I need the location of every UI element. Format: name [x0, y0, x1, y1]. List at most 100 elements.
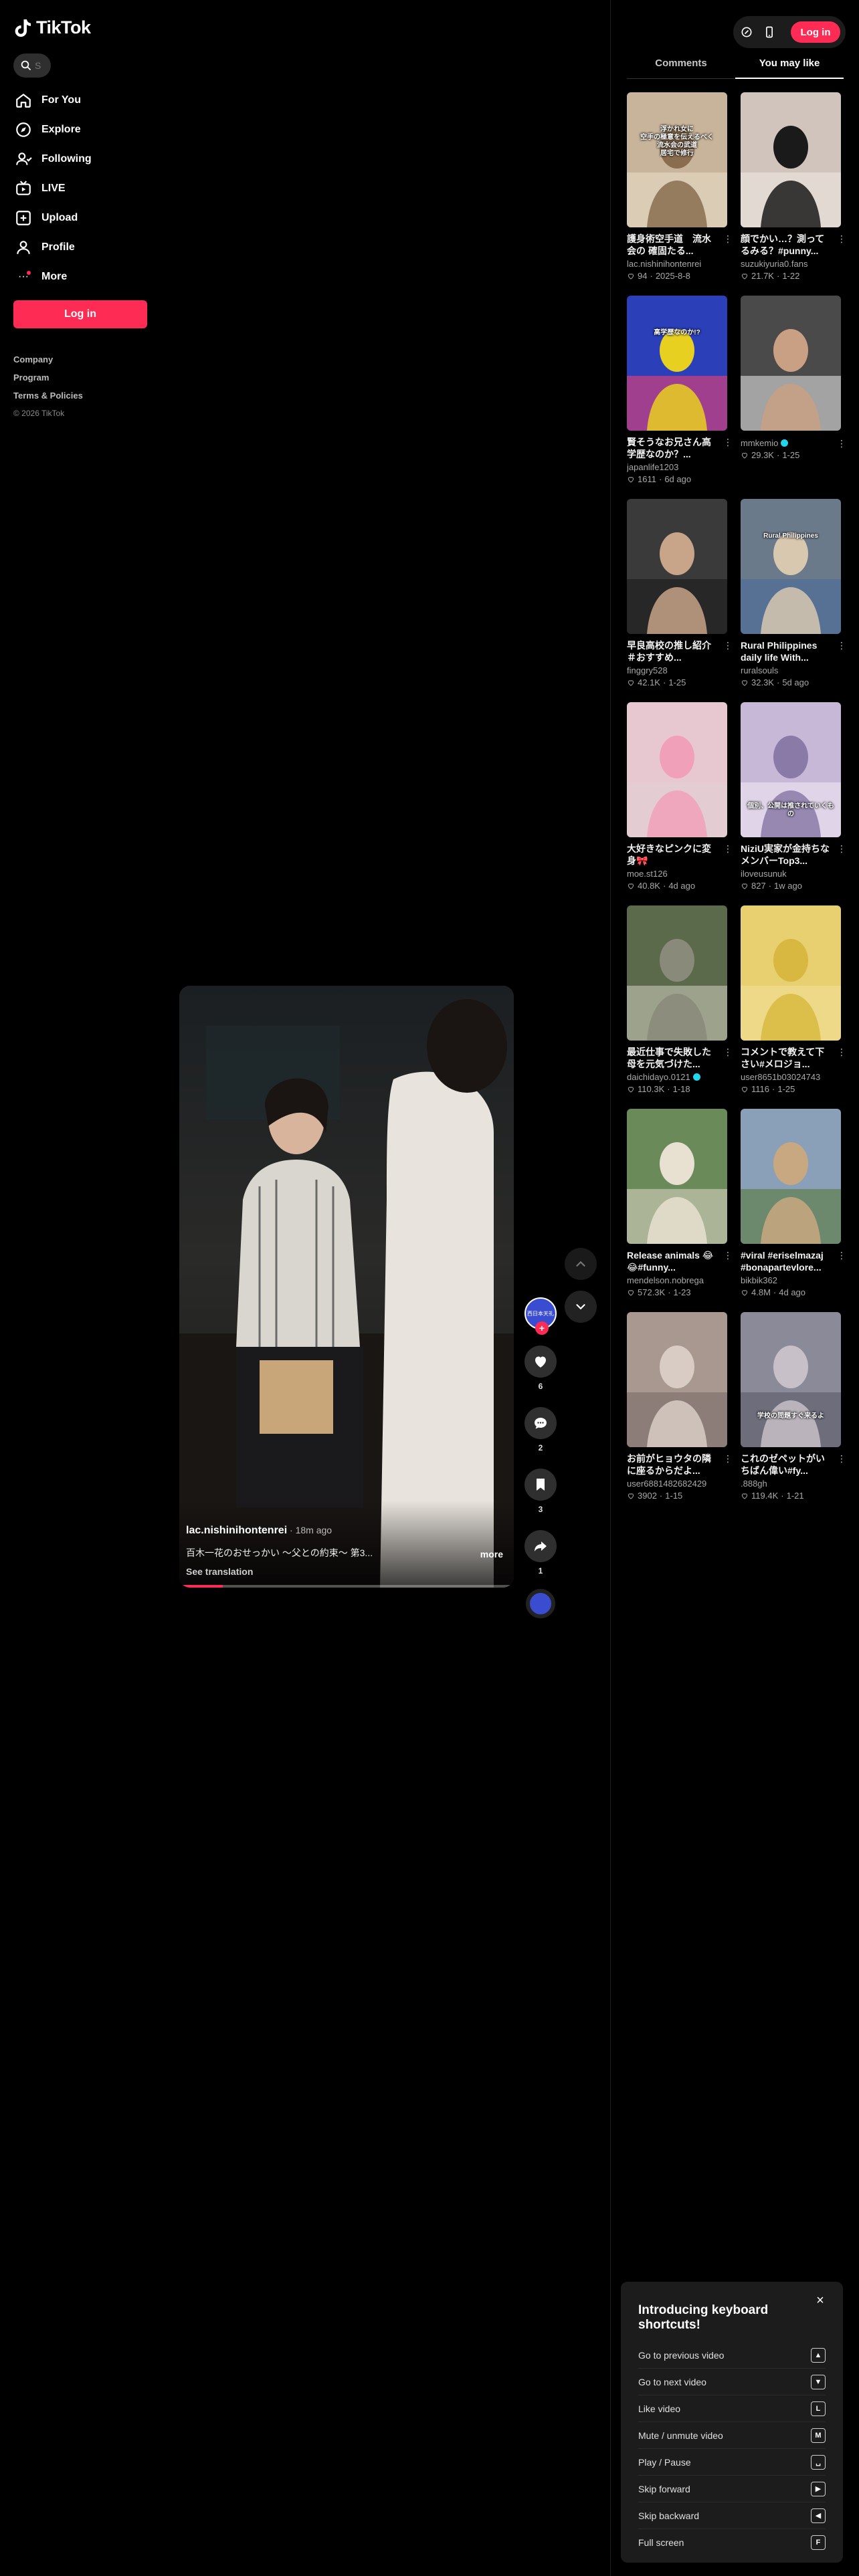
comment-button[interactable] — [524, 1407, 557, 1439]
more-options-icon[interactable]: ⋮ — [723, 1046, 733, 1058]
video-thumbnail[interactable] — [741, 296, 841, 431]
card-title[interactable]: お前がヒョウタの隣に座るからだよ... — [627, 1453, 727, 1477]
nav-live[interactable]: LIVE — [13, 174, 147, 203]
recommended-card[interactable]: ⋮ 顔でかい…？測ってるみる？#punny... suzukiyuria0.fans… — [741, 92, 846, 281]
more-options-icon[interactable]: ⋮ — [837, 437, 846, 449]
nav-more[interactable]: ··· More — [13, 262, 147, 292]
card-title[interactable]: これのゼペットがいちばん偉い#fy... — [741, 1453, 841, 1477]
recommended-card[interactable]: 個別、公開は推されていくもの ⋮ NiziU実家が金持ちなメンバーTop3... il… — [741, 702, 846, 891]
coins-button[interactable] — [739, 24, 755, 40]
recommended-card[interactable]: ⋮ #viral #eriselmazaj #bonapartevlore... b… — [741, 1109, 846, 1297]
card-username[interactable]: japanlife1203 — [627, 462, 727, 472]
more-options-icon[interactable]: ⋮ — [837, 843, 846, 855]
video-thumbnail[interactable]: 高学歴なのか!? — [627, 296, 727, 431]
tiktok-logo[interactable]: TikTok — [15, 17, 91, 38]
recommended-card[interactable]: 学校の問題すぐ来るよ ⋮ これのゼペットがいちばん偉い#fy... .888gh 119… — [741, 1312, 846, 1501]
card-title[interactable]: コメントで教えて下さい#メロジョ... — [741, 1046, 841, 1070]
card-username[interactable]: ruralsouls — [741, 665, 841, 675]
footer-link-terms[interactable]: Terms & Policies — [13, 391, 83, 401]
video-thumbnail[interactable] — [627, 499, 727, 634]
tab-you-may-like[interactable]: You may like — [735, 53, 844, 79]
video-thumbnail[interactable] — [627, 905, 727, 1041]
caption-more-button[interactable]: more — [480, 1549, 503, 1560]
recommended-card[interactable]: 高学歴なのか!? ⋮ 賢そうなお兄さん高学歴なのか？... japanlife1203… — [627, 296, 733, 484]
video-progress-bar[interactable] — [179, 1585, 514, 1588]
video-thumbnail[interactable]: Rural Philippines — [741, 499, 841, 634]
card-title[interactable]: Release animals 😂😂#funny... — [627, 1249, 727, 1273]
recommended-card[interactable]: ⋮ 最近仕事で失敗した母を元気づけた... daichidayo.0121 110.3… — [627, 905, 733, 1094]
follow-plus-icon[interactable]: + — [535, 1321, 549, 1335]
more-options-icon[interactable]: ⋮ — [723, 843, 733, 855]
share-button[interactable] — [524, 1530, 557, 1562]
card-username[interactable]: mendelson.nobrega — [627, 1275, 727, 1285]
card-title[interactable]: 護身術空手道 流水会の 確固たる... — [627, 233, 727, 257]
recommended-card[interactable]: Rural Philippines ⋮ Rural Philippines dail… — [741, 499, 846, 687]
video-thumbnail[interactable] — [627, 702, 727, 837]
card-username[interactable]: moe.st126 — [627, 869, 727, 879]
video-thumbnail[interactable] — [741, 92, 841, 227]
card-username[interactable]: iloveusunuk — [741, 869, 841, 879]
recommended-card[interactable]: ⋮ 大好きなピンクに変身🎀 moe.st126 40.8K · 4d ago — [627, 702, 733, 891]
tab-comments[interactable]: Comments — [627, 53, 735, 78]
like-button[interactable] — [524, 1346, 557, 1378]
more-options-icon[interactable]: ⋮ — [723, 1453, 733, 1465]
more-options-icon[interactable]: ⋮ — [837, 639, 846, 651]
card-username[interactable]: .888gh — [741, 1479, 841, 1489]
card-title[interactable]: 大好きなピンクに変身🎀 — [627, 843, 727, 867]
more-options-icon[interactable]: ⋮ — [723, 1249, 733, 1261]
top-login-button[interactable]: Log in — [791, 21, 840, 43]
video-thumbnail[interactable] — [627, 1312, 727, 1447]
card-username[interactable]: user8651b03024743 — [741, 1072, 841, 1082]
nav-following[interactable]: Following — [13, 144, 147, 174]
card-title[interactable]: 顔でかい…？測ってるみる？#punny... — [741, 233, 841, 257]
nav-for-you[interactable]: For You — [13, 86, 147, 115]
card-username[interactable]: finggry528 — [627, 665, 727, 675]
video-thumbnail[interactable] — [627, 1109, 727, 1244]
more-options-icon[interactable]: ⋮ — [837, 233, 846, 245]
video-thumbnail[interactable]: 浮かれ女に 空手の極意を伝えるべく 流水会の武道 居宅で修行 — [627, 92, 727, 227]
recommended-card[interactable]: ⋮ Release animals 😂😂#funny... mendelson.no… — [627, 1109, 733, 1297]
more-options-icon[interactable]: ⋮ — [723, 233, 733, 245]
video-player[interactable]: lac.nishinihontenrei · 18m ago 百木一花のおせっか… — [179, 986, 514, 1588]
more-options-icon[interactable]: ⋮ — [837, 1249, 846, 1261]
card-username[interactable]: mmkemio — [741, 438, 841, 448]
recommended-card[interactable]: ⋮ 早良高校の推し紹介＃おすすめ... finggry528 42.1K · 1-25 — [627, 499, 733, 687]
recommended-card[interactable]: 浮かれ女に 空手の極意を伝えるべく 流水会の武道 居宅で修行 ⋮ 護身術空手道 流水… — [627, 92, 733, 281]
video-thumbnail[interactable]: 学校の問題すぐ来るよ — [741, 1312, 841, 1447]
card-username[interactable]: user6881482682429 — [627, 1479, 727, 1489]
search-input[interactable] — [35, 60, 44, 71]
card-title[interactable]: #viral #eriselmazaj #bonapartevlore... — [741, 1249, 841, 1273]
author-avatar[interactable]: 西日本天礼 + — [524, 1297, 557, 1335]
music-disc-icon[interactable] — [526, 1589, 555, 1618]
see-translation-link[interactable]: See translation — [186, 1566, 253, 1577]
get-app-button[interactable] — [761, 24, 777, 40]
previous-video-button[interactable] — [565, 1248, 597, 1280]
nav-explore[interactable]: Explore — [13, 115, 147, 144]
card-username[interactable]: lac.nishinihontenrei — [627, 259, 727, 269]
next-video-button[interactable] — [565, 1291, 597, 1323]
card-title[interactable]: 賢そうなお兄さん高学歴なのか？... — [627, 436, 727, 460]
more-options-icon[interactable]: ⋮ — [837, 1046, 846, 1058]
recommended-card[interactable]: ⋮ mmkemio 29.3K · 1-25 — [741, 296, 846, 484]
card-title[interactable]: NiziU実家が金持ちなメンバーTop3... — [741, 843, 841, 867]
save-button[interactable] — [524, 1469, 557, 1501]
search-box[interactable] — [13, 53, 51, 78]
card-username[interactable]: bikbik362 — [741, 1275, 841, 1285]
footer-link-program[interactable]: Program — [13, 372, 83, 383]
card-title[interactable]: 最近仕事で失敗した母を元気づけた... — [627, 1046, 727, 1070]
more-options-icon[interactable]: ⋮ — [723, 436, 733, 448]
recommended-card[interactable]: ⋮ コメントで教えて下さい#メロジョ... user8651b03024743 111… — [741, 905, 846, 1094]
more-options-icon[interactable]: ⋮ — [723, 639, 733, 651]
sidebar-login-button[interactable]: Log in — [13, 300, 147, 328]
card-title[interactable]: 早良高校の推し紹介＃おすすめ... — [627, 639, 727, 663]
nav-profile[interactable]: Profile — [13, 233, 147, 262]
recommended-card[interactable]: ⋮ お前がヒョウタの隣に座るからだよ... user6881482682429 390… — [627, 1312, 733, 1501]
more-options-icon[interactable]: ⋮ — [837, 1453, 846, 1465]
card-username[interactable]: suzukiyuria0.fans — [741, 259, 841, 269]
video-thumbnail[interactable] — [741, 905, 841, 1041]
video-author[interactable]: lac.nishinihontenrei · 18m ago — [186, 1525, 332, 1537]
card-username[interactable]: daichidayo.0121 — [627, 1072, 727, 1082]
close-icon[interactable]: × — [812, 2292, 828, 2309]
author-name[interactable]: lac.nishinihontenrei — [186, 1525, 287, 1536]
card-title[interactable]: Rural Philippines daily life With... — [741, 639, 841, 663]
